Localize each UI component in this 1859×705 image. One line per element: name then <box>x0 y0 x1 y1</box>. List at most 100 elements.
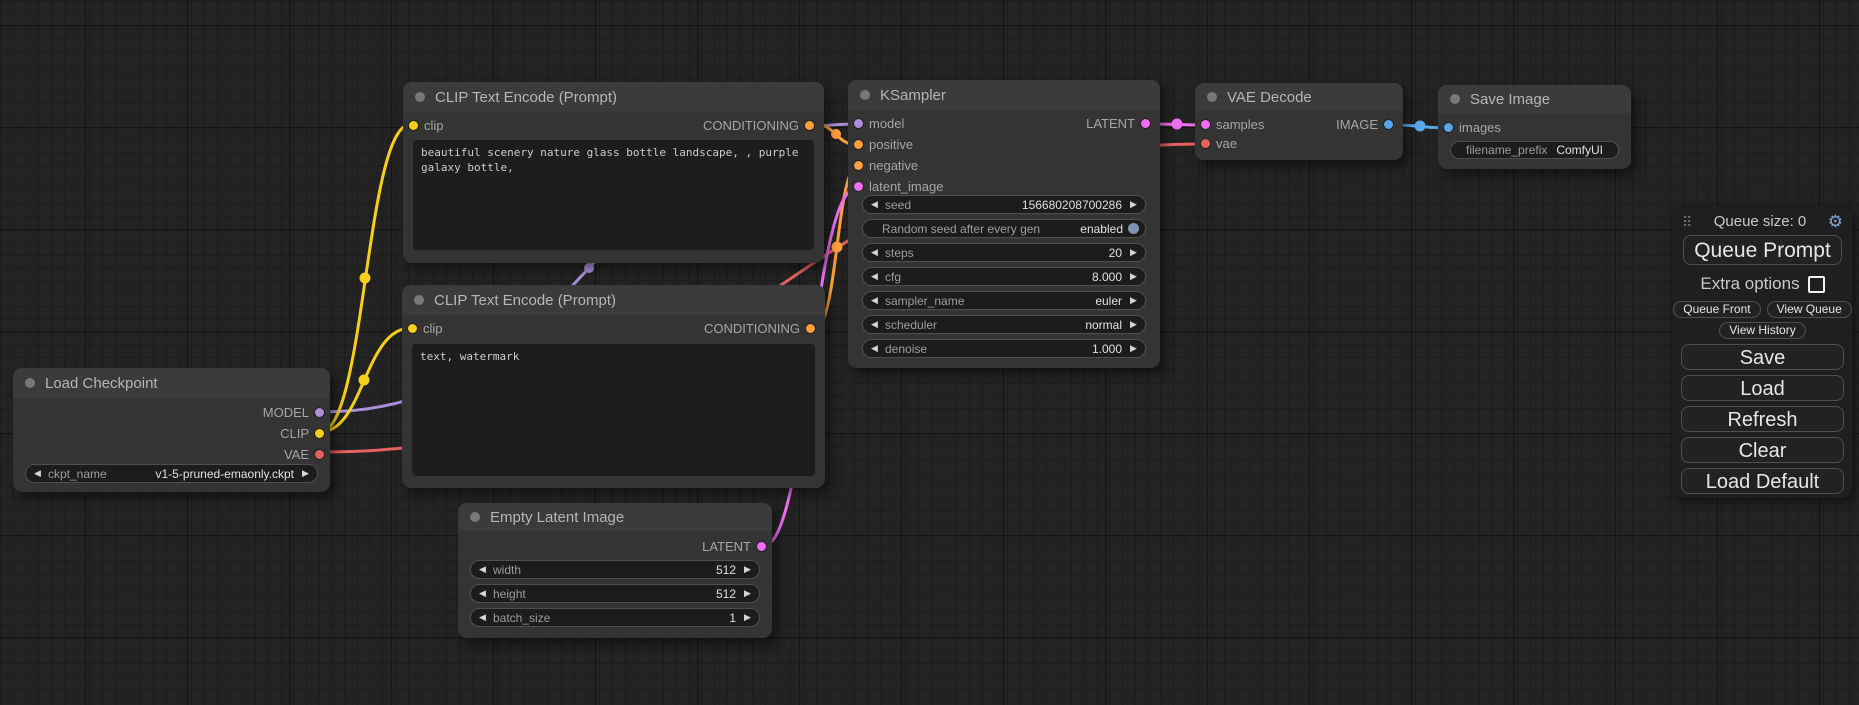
node-load-checkpoint[interactable]: Load Checkpoint MODEL CLIP VAE ◀ ckpt_na… <box>13 368 330 492</box>
toggle-dot-icon[interactable] <box>1128 223 1139 234</box>
slot-label: latent_image <box>869 179 943 194</box>
widget-random-seed-toggle[interactable]: Random seed after every gen enabled <box>862 219 1146 238</box>
output-dot-vae[interactable] <box>315 450 324 459</box>
output-dot-latent[interactable] <box>1141 119 1150 128</box>
output-dot-latent[interactable] <box>757 542 766 551</box>
decrement-arrow-icon[interactable]: ◀ <box>868 344 881 353</box>
widget-cfg[interactable]: ◀ cfg 8.000 ▶ <box>862 267 1146 286</box>
input-dot-model[interactable] <box>854 119 863 128</box>
increment-arrow-icon[interactable]: ▶ <box>741 565 754 574</box>
widget-width[interactable]: ◀ width 512 ▶ <box>470 560 760 579</box>
node-save-image[interactable]: Save Image images filename_prefix ComfyU… <box>1438 85 1631 169</box>
input-dot-positive[interactable] <box>854 140 863 149</box>
widget-seed[interactable]: ◀ seed 156680208700286 ▶ <box>862 195 1146 214</box>
extra-options-label: Extra options <box>1700 274 1799 294</box>
increment-arrow-icon[interactable]: ▶ <box>1127 200 1140 209</box>
input-dot-images[interactable] <box>1444 123 1453 132</box>
extra-options-checkbox[interactable] <box>1808 276 1825 293</box>
node-title: Save Image <box>1470 91 1550 108</box>
decrement-arrow-icon[interactable]: ◀ <box>868 320 881 329</box>
widget-batch-size[interactable]: ◀ batch_size 1 ▶ <box>470 608 760 627</box>
collapse-dot-icon[interactable] <box>415 92 425 102</box>
clear-button[interactable]: Clear <box>1681 437 1844 463</box>
increment-arrow-icon[interactable]: ▶ <box>299 469 312 478</box>
widget-sampler-name[interactable]: ◀ sampler_name euler ▶ <box>862 291 1146 310</box>
view-queue-button[interactable]: View Queue <box>1767 301 1852 318</box>
load-button[interactable]: Load <box>1681 375 1844 401</box>
settings-gear-icon[interactable]: ⚙ <box>1828 213 1843 230</box>
widget-scheduler[interactable]: ◀ scheduler normal ▶ <box>862 315 1146 334</box>
node-empty-latent-image[interactable]: Empty Latent Image LATENT ◀ width 512 ▶ … <box>458 503 772 638</box>
increment-arrow-icon[interactable]: ▶ <box>1127 272 1140 281</box>
increment-arrow-icon[interactable]: ▶ <box>741 613 754 622</box>
node-title-bar[interactable]: Load Checkpoint <box>13 368 330 398</box>
collapse-dot-icon[interactable] <box>25 378 35 388</box>
input-dot-clip[interactable] <box>409 121 418 130</box>
output-dot-image[interactable] <box>1384 120 1393 129</box>
widget-filename-prefix[interactable]: filename_prefix ComfyUI <box>1450 141 1619 159</box>
negative-prompt-textarea[interactable]: text, watermark <box>412 344 815 476</box>
widget-value: 512 <box>716 587 736 601</box>
save-button[interactable]: Save <box>1681 344 1844 370</box>
decrement-arrow-icon[interactable]: ◀ <box>31 469 44 478</box>
decrement-arrow-icon[interactable]: ◀ <box>868 200 881 209</box>
slot-output-conditioning: CONDITIONING <box>703 118 820 133</box>
output-dot-clip[interactable] <box>315 429 324 438</box>
decrement-arrow-icon[interactable]: ◀ <box>868 248 881 257</box>
output-dot-conditioning[interactable] <box>805 121 814 130</box>
input-dot-clip[interactable] <box>408 324 417 333</box>
output-dot-model[interactable] <box>315 408 324 417</box>
node-title-bar[interactable]: Save Image <box>1438 85 1631 113</box>
node-vae-decode[interactable]: VAE Decode samples IMAGE vae <box>1195 83 1403 160</box>
positive-prompt-textarea[interactable]: beautiful scenery nature glass bottle la… <box>413 140 814 250</box>
load-default-button[interactable]: Load Default <box>1681 468 1844 494</box>
slot-label: clip <box>424 118 444 133</box>
node-ksampler[interactable]: KSampler model LATENT positive negative … <box>848 80 1160 368</box>
slot-output-model: MODEL <box>13 402 330 423</box>
decrement-arrow-icon[interactable]: ◀ <box>476 565 489 574</box>
input-dot-vae[interactable] <box>1201 139 1210 148</box>
node-title-bar[interactable]: VAE Decode <box>1195 83 1403 111</box>
collapse-dot-icon[interactable] <box>860 90 870 100</box>
output-dot-conditioning[interactable] <box>806 324 815 333</box>
input-dot-negative[interactable] <box>854 161 863 170</box>
increment-arrow-icon[interactable]: ▶ <box>1127 296 1140 305</box>
view-history-button[interactable]: View History <box>1719 322 1805 339</box>
increment-arrow-icon[interactable]: ▶ <box>1127 344 1140 353</box>
widget-steps[interactable]: ◀ steps 20 ▶ <box>862 243 1146 262</box>
node-clip-text-encode-positive[interactable]: CLIP Text Encode (Prompt) clip CONDITION… <box>403 82 824 263</box>
node-title-bar[interactable]: CLIP Text Encode (Prompt) <box>403 82 824 112</box>
collapse-dot-icon[interactable] <box>414 295 424 305</box>
decrement-arrow-icon[interactable]: ◀ <box>868 272 881 281</box>
decrement-arrow-icon[interactable]: ◀ <box>868 296 881 305</box>
slot-label: samples <box>1216 117 1264 132</box>
queue-prompt-button[interactable]: Queue Prompt <box>1683 235 1842 265</box>
input-dot-latent-image[interactable] <box>854 182 863 191</box>
input-dot-samples[interactable] <box>1201 120 1210 129</box>
widget-denoise[interactable]: ◀ denoise 1.000 ▶ <box>862 339 1146 358</box>
queue-front-button[interactable]: Queue Front <box>1673 301 1760 318</box>
increment-arrow-icon[interactable]: ▶ <box>1127 320 1140 329</box>
node-title-bar[interactable]: KSampler <box>848 80 1160 110</box>
collapse-dot-icon[interactable] <box>1207 92 1217 102</box>
decrement-arrow-icon[interactable]: ◀ <box>476 589 489 598</box>
widget-ckpt-name[interactable]: ◀ ckpt_name v1-5-pruned-emaonly.ckpt ▶ <box>25 464 318 483</box>
slot-input-model: model <box>848 116 904 131</box>
increment-arrow-icon[interactable]: ▶ <box>741 589 754 598</box>
refresh-button[interactable]: Refresh <box>1681 406 1844 432</box>
decrement-arrow-icon[interactable]: ◀ <box>476 613 489 622</box>
node-title-bar[interactable]: CLIP Text Encode (Prompt) <box>402 285 825 315</box>
node-clip-text-encode-negative[interactable]: CLIP Text Encode (Prompt) clip CONDITION… <box>402 285 825 488</box>
slot-output-vae: VAE <box>13 444 330 465</box>
slot-label: CONDITIONING <box>704 321 800 336</box>
node-title-bar[interactable]: Empty Latent Image <box>458 503 772 531</box>
collapse-dot-icon[interactable] <box>1450 94 1460 104</box>
drag-handle-icon[interactable]: ⠿ <box>1682 215 1692 229</box>
collapse-dot-icon[interactable] <box>470 512 480 522</box>
widget-value: 156680208700286 <box>1022 198 1122 212</box>
widget-height[interactable]: ◀ height 512 ▶ <box>470 584 760 603</box>
canvas[interactable]: { "colors": { "model": "#ab8fd9", "clip"… <box>0 0 1859 705</box>
increment-arrow-icon[interactable]: ▶ <box>1127 248 1140 257</box>
widget-label: steps <box>885 246 914 260</box>
widget-value: 1.000 <box>1092 342 1122 356</box>
